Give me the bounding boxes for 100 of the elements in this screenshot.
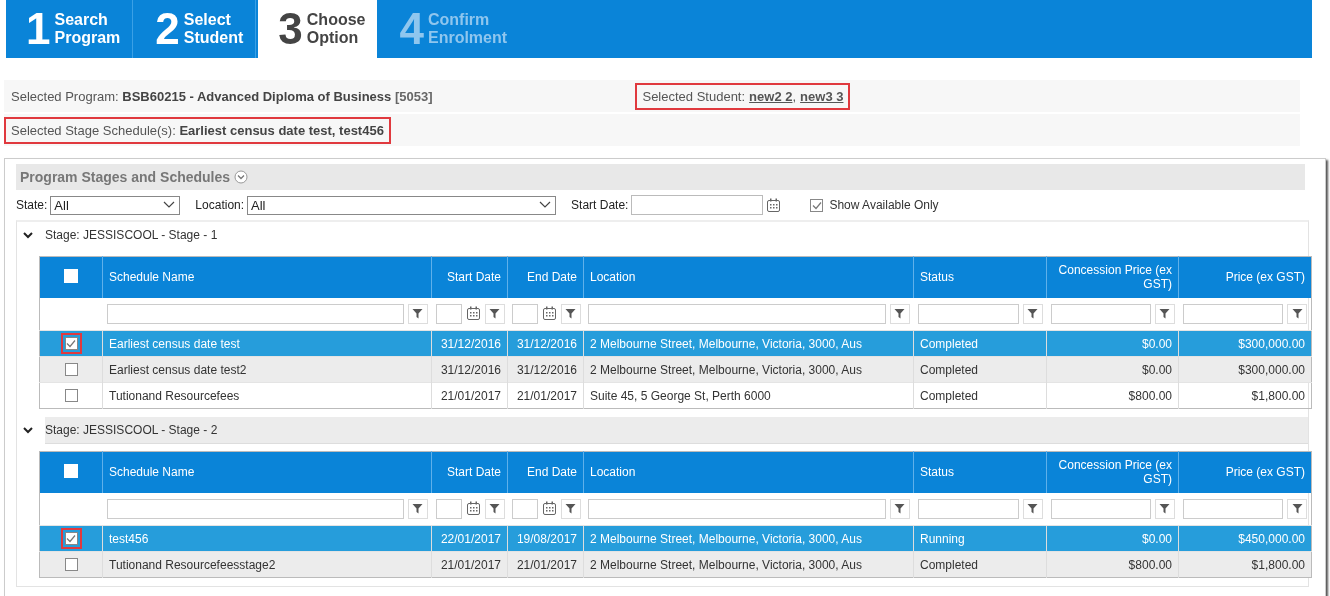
filter-input[interactable]: [435, 498, 462, 519]
column-header[interactable]: Status: [913, 256, 1047, 298]
selected-schedules: Selected Stage Schedule(s): Earliest census date test, test456: [4, 116, 391, 144]
filter-input[interactable]: [1050, 303, 1151, 324]
dropdown[interactable]: All: [50, 195, 181, 215]
filter-button[interactable]: [407, 498, 428, 519]
filter-input[interactable]: [587, 498, 886, 519]
table-cell: Tutionand Resourcefeesstage2: [102, 551, 432, 578]
filter-button[interactable]: [1022, 303, 1043, 324]
filter-button[interactable]: [560, 303, 581, 324]
table-cell: $300,000.00: [1178, 356, 1312, 383]
filter-input[interactable]: [917, 498, 1019, 519]
filter-icon: [489, 503, 500, 515]
filter-icon: [894, 503, 905, 515]
chevron-icon[interactable]: [23, 231, 33, 239]
column-header[interactable]: Schedule Name: [102, 451, 432, 493]
column-header[interactable]: Schedule Name: [102, 256, 432, 298]
table-cell: $800.00: [1046, 382, 1179, 409]
table-cell: $800.00: [1046, 551, 1179, 578]
filter-icon: [565, 503, 576, 515]
column-header[interactable]: Price (ex GST): [1178, 451, 1312, 493]
column-header[interactable]: Concession Price (ex GST): [1046, 256, 1179, 298]
student-label: Selected Student:: [642, 88, 746, 104]
filter-input[interactable]: [587, 303, 886, 324]
filter-input[interactable]: [1182, 303, 1283, 324]
checkbox-label: Show Available Only: [829, 198, 939, 212]
filter-button[interactable]: [1154, 498, 1175, 519]
filter-input[interactable]: [435, 303, 462, 324]
student-link[interactable]: new3 3: [800, 88, 844, 104]
filter-input[interactable]: [1182, 498, 1283, 519]
table-cell: 21/01/2017: [507, 382, 584, 409]
table-cell: $0.00: [1046, 525, 1179, 552]
filter-input[interactable]: [1050, 498, 1151, 519]
table-cell: Completed: [913, 382, 1047, 409]
table-cell: 31/12/2016: [431, 356, 508, 383]
filter-icon: [894, 308, 905, 320]
table-cell: 22/01/2017: [431, 525, 508, 552]
table-cell: 2 Melbourne Street, Melbourne, Victoria, 3000, Aus: [583, 356, 914, 383]
filter-input[interactable]: [106, 303, 404, 324]
filter-label: Start Date:: [571, 198, 629, 212]
table-cell: Running: [913, 525, 1047, 552]
table-cell: 21/01/2017: [431, 551, 508, 578]
filter-input[interactable]: [917, 303, 1019, 324]
filter-button[interactable]: [889, 303, 910, 324]
filter-button[interactable]: [560, 498, 581, 519]
column-header[interactable]: Location: [583, 256, 914, 298]
filter-button[interactable]: [1287, 498, 1307, 519]
chevron-icon[interactable]: [23, 426, 33, 434]
checkbox[interactable]: [64, 363, 78, 376]
table-cell: $0.00: [1046, 356, 1179, 383]
table-cell: 2 Melbourne Street, Melbourne, Victoria, 3000, Aus: [583, 551, 914, 578]
filter-icon: [1159, 503, 1170, 515]
table-cell: Tutionand Resourcefees: [102, 382, 432, 409]
filter-button[interactable]: [484, 303, 505, 324]
calendar-icon: [541, 501, 557, 517]
checkbox[interactable]: [810, 198, 824, 212]
filter-icon: [1291, 308, 1303, 320]
filter-icon: [1027, 308, 1038, 320]
filter-button[interactable]: [1022, 498, 1043, 519]
column-header[interactable]: End Date: [507, 451, 584, 493]
filter-button[interactable]: [484, 498, 505, 519]
column-header[interactable]: Status: [913, 451, 1047, 493]
filter-label: Location:: [195, 198, 245, 212]
calendar-icon: [541, 306, 557, 322]
column-header[interactable]: Start Date: [431, 451, 508, 493]
filter-input[interactable]: [511, 498, 538, 519]
filter-label: State:: [16, 198, 48, 212]
table-cell: 31/12/2016: [507, 330, 584, 357]
table-cell: 31/12/2016: [507, 356, 584, 383]
filter-icon: [489, 308, 500, 320]
column-header[interactable]: End Date: [507, 256, 584, 298]
table-cell: 2 Melbourne Street, Melbourne, Victoria, 3000, Aus: [583, 525, 914, 552]
filter-input[interactable]: [106, 498, 404, 519]
filter-button[interactable]: [1287, 303, 1307, 324]
calendar-icon: [465, 501, 481, 517]
table-cell: 31/12/2016: [431, 330, 508, 357]
selected-program: Selected Program: BSB60215 - Advanced Diploma of Business [5053]: [10, 87, 434, 106]
calendar-icon: [766, 197, 782, 213]
column-header[interactable]: Start Date: [431, 256, 508, 298]
filter-button[interactable]: [407, 303, 428, 324]
filter-input[interactable]: [511, 303, 538, 324]
filter-button[interactable]: [1154, 303, 1175, 324]
table-cell: $1,800.00: [1178, 382, 1312, 409]
table-cell: Completed: [913, 330, 1047, 357]
checkbox[interactable]: [64, 389, 78, 402]
calendar-icon: [465, 306, 481, 322]
column-header[interactable]: Concession Price (ex GST): [1046, 451, 1179, 493]
dropdown[interactable]: All: [247, 195, 557, 215]
date-input[interactable]: [631, 195, 764, 215]
filter-icon: [1027, 503, 1038, 515]
checkbox[interactable]: [64, 558, 78, 571]
filter-icon: [1291, 503, 1303, 515]
column-header[interactable]: Location: [583, 451, 914, 493]
table-cell: Completed: [913, 356, 1047, 383]
filter-icon: [1159, 308, 1170, 320]
table-cell: $300,000.00: [1178, 330, 1312, 357]
filter-icon: [565, 308, 576, 320]
column-header[interactable]: Price (ex GST): [1178, 256, 1312, 298]
filter-button[interactable]: [889, 498, 910, 519]
separator-text: ,: [792, 88, 797, 104]
